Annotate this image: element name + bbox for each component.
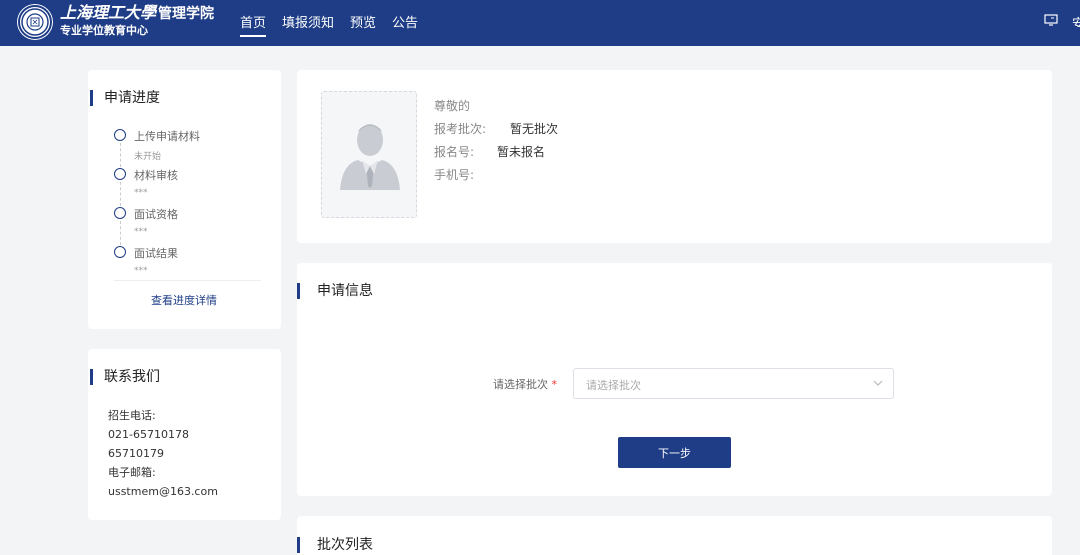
main-nav: 首页 填报须知 预览 公告: [240, 12, 418, 37]
step-circle-icon: [114, 129, 126, 141]
profile-info: 尊敬的 报考批次: 暂无批次 报名号: 暂未报名 手机号:: [434, 95, 558, 187]
avatar: [321, 91, 417, 218]
screen-icon[interactable]: [1044, 13, 1058, 27]
brand-text: 上海理工大學 管理学院 专业学位教育中心: [60, 4, 214, 39]
step-connector: [120, 143, 121, 167]
user-silhouette-icon: [340, 124, 400, 190]
step-connector: [120, 182, 121, 206]
batch-select[interactable]: 请选择批次: [573, 368, 894, 399]
regno-row: 报名号: 暂未报名: [434, 141, 558, 164]
header-clipped-text: 安: [1072, 17, 1080, 27]
next-step-button[interactable]: 下一步: [618, 437, 731, 468]
contact-phone-2: 65710179: [108, 447, 164, 460]
step-label: 面试结果: [134, 247, 178, 260]
progress-title: 申请进度: [90, 90, 160, 106]
contact-email: usstmem@163.com: [108, 485, 218, 498]
regno-label: 报名号:: [434, 145, 475, 159]
batch-list-title: 批次列表: [297, 537, 373, 553]
nav-announcements[interactable]: 公告: [392, 12, 418, 37]
phone-row: 手机号:: [434, 164, 558, 187]
step-connector: [120, 221, 121, 245]
view-progress-details-link[interactable]: 查看进度详情: [151, 292, 217, 308]
step-circle-icon: [114, 246, 126, 258]
apply-card: 申请信息 请选择批次 * 请选择批次 下一步: [297, 263, 1052, 496]
progress-divider: [114, 280, 261, 281]
contact-email-label: 电子邮箱:: [108, 466, 156, 479]
step-label: 材料审核: [134, 169, 178, 182]
school-name: 管理学院: [158, 6, 215, 22]
step-status: ***: [134, 266, 148, 276]
step-label: 面试资格: [134, 208, 178, 221]
progress-card: 申请进度 上传申请材料 未开始 材料审核 *** 面试资格 *** 面试结果 *…: [88, 70, 281, 329]
apply-title: 申请信息: [297, 283, 373, 299]
batch-select-placeholder: 请选择批次: [586, 379, 641, 392]
step-status: ***: [134, 188, 148, 198]
top-header: 上海理工大學 管理学院 专业学位教育中心 首页 填报须知 预览 公告 安: [0, 0, 1080, 46]
step-circle-icon: [114, 207, 126, 219]
contact-title: 联系我们: [90, 369, 160, 385]
contact-phone-1: 021-65710178: [108, 428, 189, 441]
step-circle-icon: [114, 168, 126, 180]
greeting: 尊敬的: [434, 99, 471, 113]
regno-value: 暂未报名: [497, 145, 546, 159]
profile-card: 尊敬的 报考批次: 暂无批次 报名号: 暂未报名 手机号:: [297, 70, 1052, 243]
required-mark: *: [551, 378, 558, 391]
nav-home[interactable]: 首页: [240, 12, 267, 37]
nav-instructions[interactable]: 填报须知: [282, 12, 334, 37]
batch-row: 报考批次: 暂无批次: [434, 118, 558, 141]
step-label: 上传申请材料: [134, 130, 200, 143]
batch-label: 报考批次:: [434, 122, 487, 136]
university-name: 上海理工大學: [60, 3, 157, 22]
phone-label: 手机号:: [434, 168, 475, 182]
center-name: 专业学位教育中心: [60, 24, 148, 37]
chevron-down-icon: [873, 380, 883, 386]
step-status: ***: [134, 227, 148, 237]
batch-value: 暂无批次: [510, 122, 559, 136]
university-seal-logo: [18, 5, 52, 39]
step-status: 未开始: [134, 152, 162, 162]
contact-info: 招生电话: 021-65710178 65710179 电子邮箱: usstme…: [108, 406, 218, 501]
contact-card: 联系我们 招生电话: 021-65710178 65710179 电子邮箱: u…: [88, 349, 281, 520]
contact-phone-label: 招生电话:: [108, 409, 156, 422]
nav-preview[interactable]: 预览: [350, 12, 376, 37]
batch-list-card: 批次列表: [297, 516, 1052, 555]
batch-select-label: 请选择批次 *: [493, 378, 558, 391]
